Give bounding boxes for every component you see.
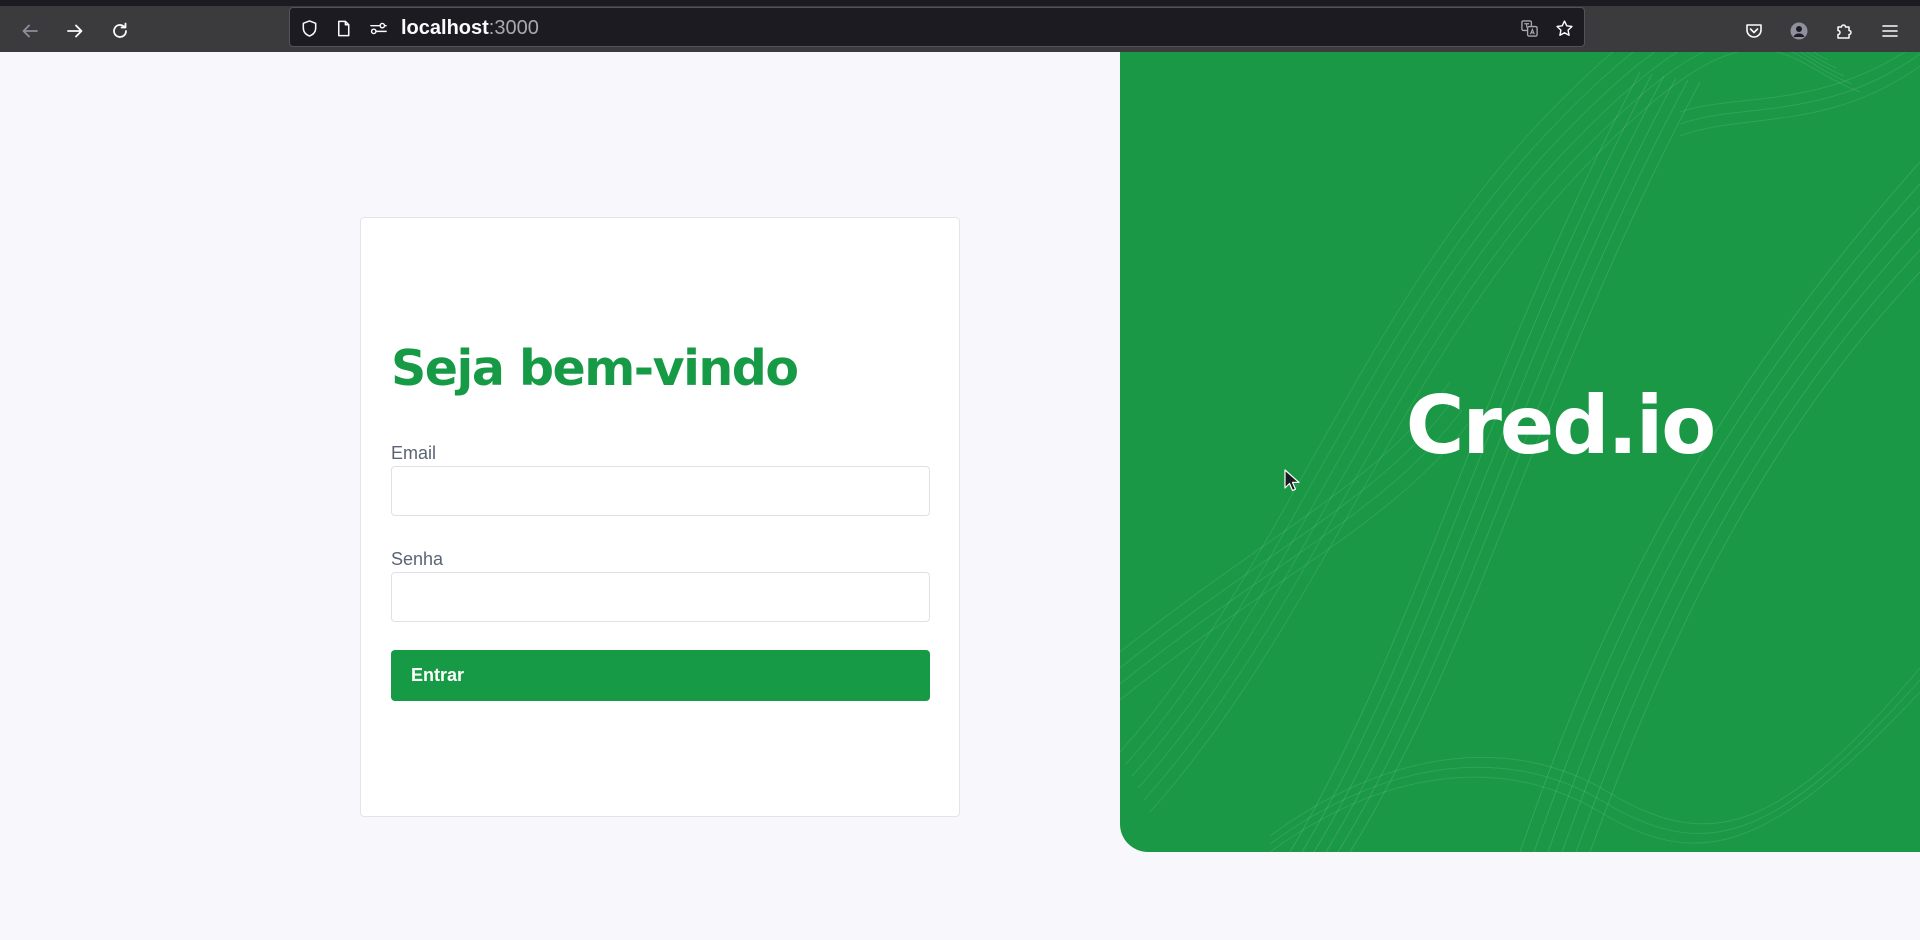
browser-toolbar: localhost:3000: [0, 0, 1920, 52]
url-port: :3000: [488, 17, 539, 39]
back-button[interactable]: [14, 15, 46, 47]
reload-button[interactable]: [104, 15, 136, 47]
translate-button[interactable]: [1518, 17, 1540, 39]
email-label: Email: [391, 443, 437, 463]
arrow-left-icon: [22, 24, 38, 38]
bookmark-button[interactable]: [1553, 17, 1575, 39]
login-button[interactable]: Entrar: [391, 650, 930, 701]
reload-icon: [113, 22, 127, 38]
mouse-cursor-icon: [1284, 469, 1300, 492]
password-label: Senha: [391, 549, 444, 569]
app-menu-button[interactable]: [1876, 17, 1904, 45]
welcome-title: Seja bem-vindo: [391, 340, 799, 397]
puzzle-icon: [1837, 24, 1852, 39]
star-icon: [1555, 19, 1573, 36]
page-info-button[interactable]: [332, 17, 354, 39]
account-button[interactable]: [1785, 17, 1813, 45]
brand-logo-text: Cred.io: [1405, 378, 1716, 472]
address-bar[interactable]: localhost:3000: [289, 7, 1585, 47]
url-host: localhost: [401, 17, 489, 39]
forward-button[interactable]: [59, 15, 91, 47]
account-icon: [1790, 22, 1808, 40]
pocket-button[interactable]: [1740, 17, 1768, 45]
password-field[interactable]: [391, 572, 930, 622]
url-text[interactable]: localhost:3000: [401, 17, 539, 39]
shield-icon: [302, 19, 316, 37]
permissions-icon: [369, 22, 387, 34]
translate-icon: [1520, 19, 1538, 37]
site-security-button[interactable]: [298, 17, 320, 39]
brand-panel: Cred.io: [1120, 52, 1920, 852]
arrow-right-icon: [67, 24, 83, 38]
pocket-icon: [1746, 24, 1762, 38]
email-field[interactable]: [391, 466, 930, 516]
login-card: Seja bem-vindo Email Senha Entrar: [360, 217, 960, 817]
extensions-button[interactable]: [1830, 17, 1858, 45]
hamburger-menu-icon: [1882, 25, 1898, 37]
permissions-button[interactable]: [367, 17, 389, 39]
page-icon: [337, 20, 349, 36]
